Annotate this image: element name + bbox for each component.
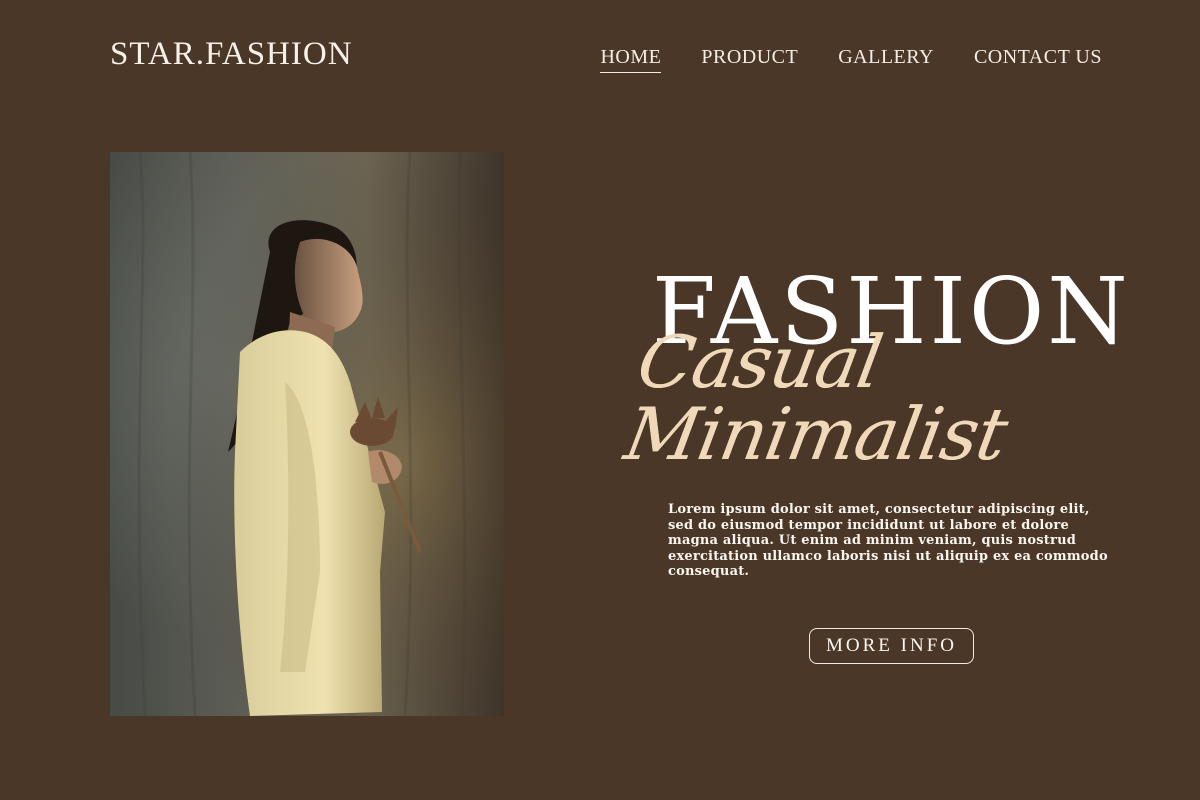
hero-photo-illustration [110, 152, 504, 716]
main-nav: HOME PRODUCT GALLERY CONTACT US [600, 44, 1102, 73]
nav-contact-us[interactable]: CONTACT US [974, 44, 1102, 70]
nav-product[interactable]: PRODUCT [701, 44, 798, 70]
hero-image [110, 152, 504, 716]
hero-script-subtitle: Casual Minimalist [618, 320, 1014, 476]
site-logo[interactable]: STAR.FASHION [110, 36, 353, 73]
nav-gallery[interactable]: GALLERY [838, 44, 934, 70]
nav-home[interactable]: HOME [600, 44, 662, 73]
hero-description: Lorem ipsum dolor sit amet, consectetur … [668, 502, 1108, 579]
more-info-button[interactable]: MORE INFO [809, 628, 974, 664]
